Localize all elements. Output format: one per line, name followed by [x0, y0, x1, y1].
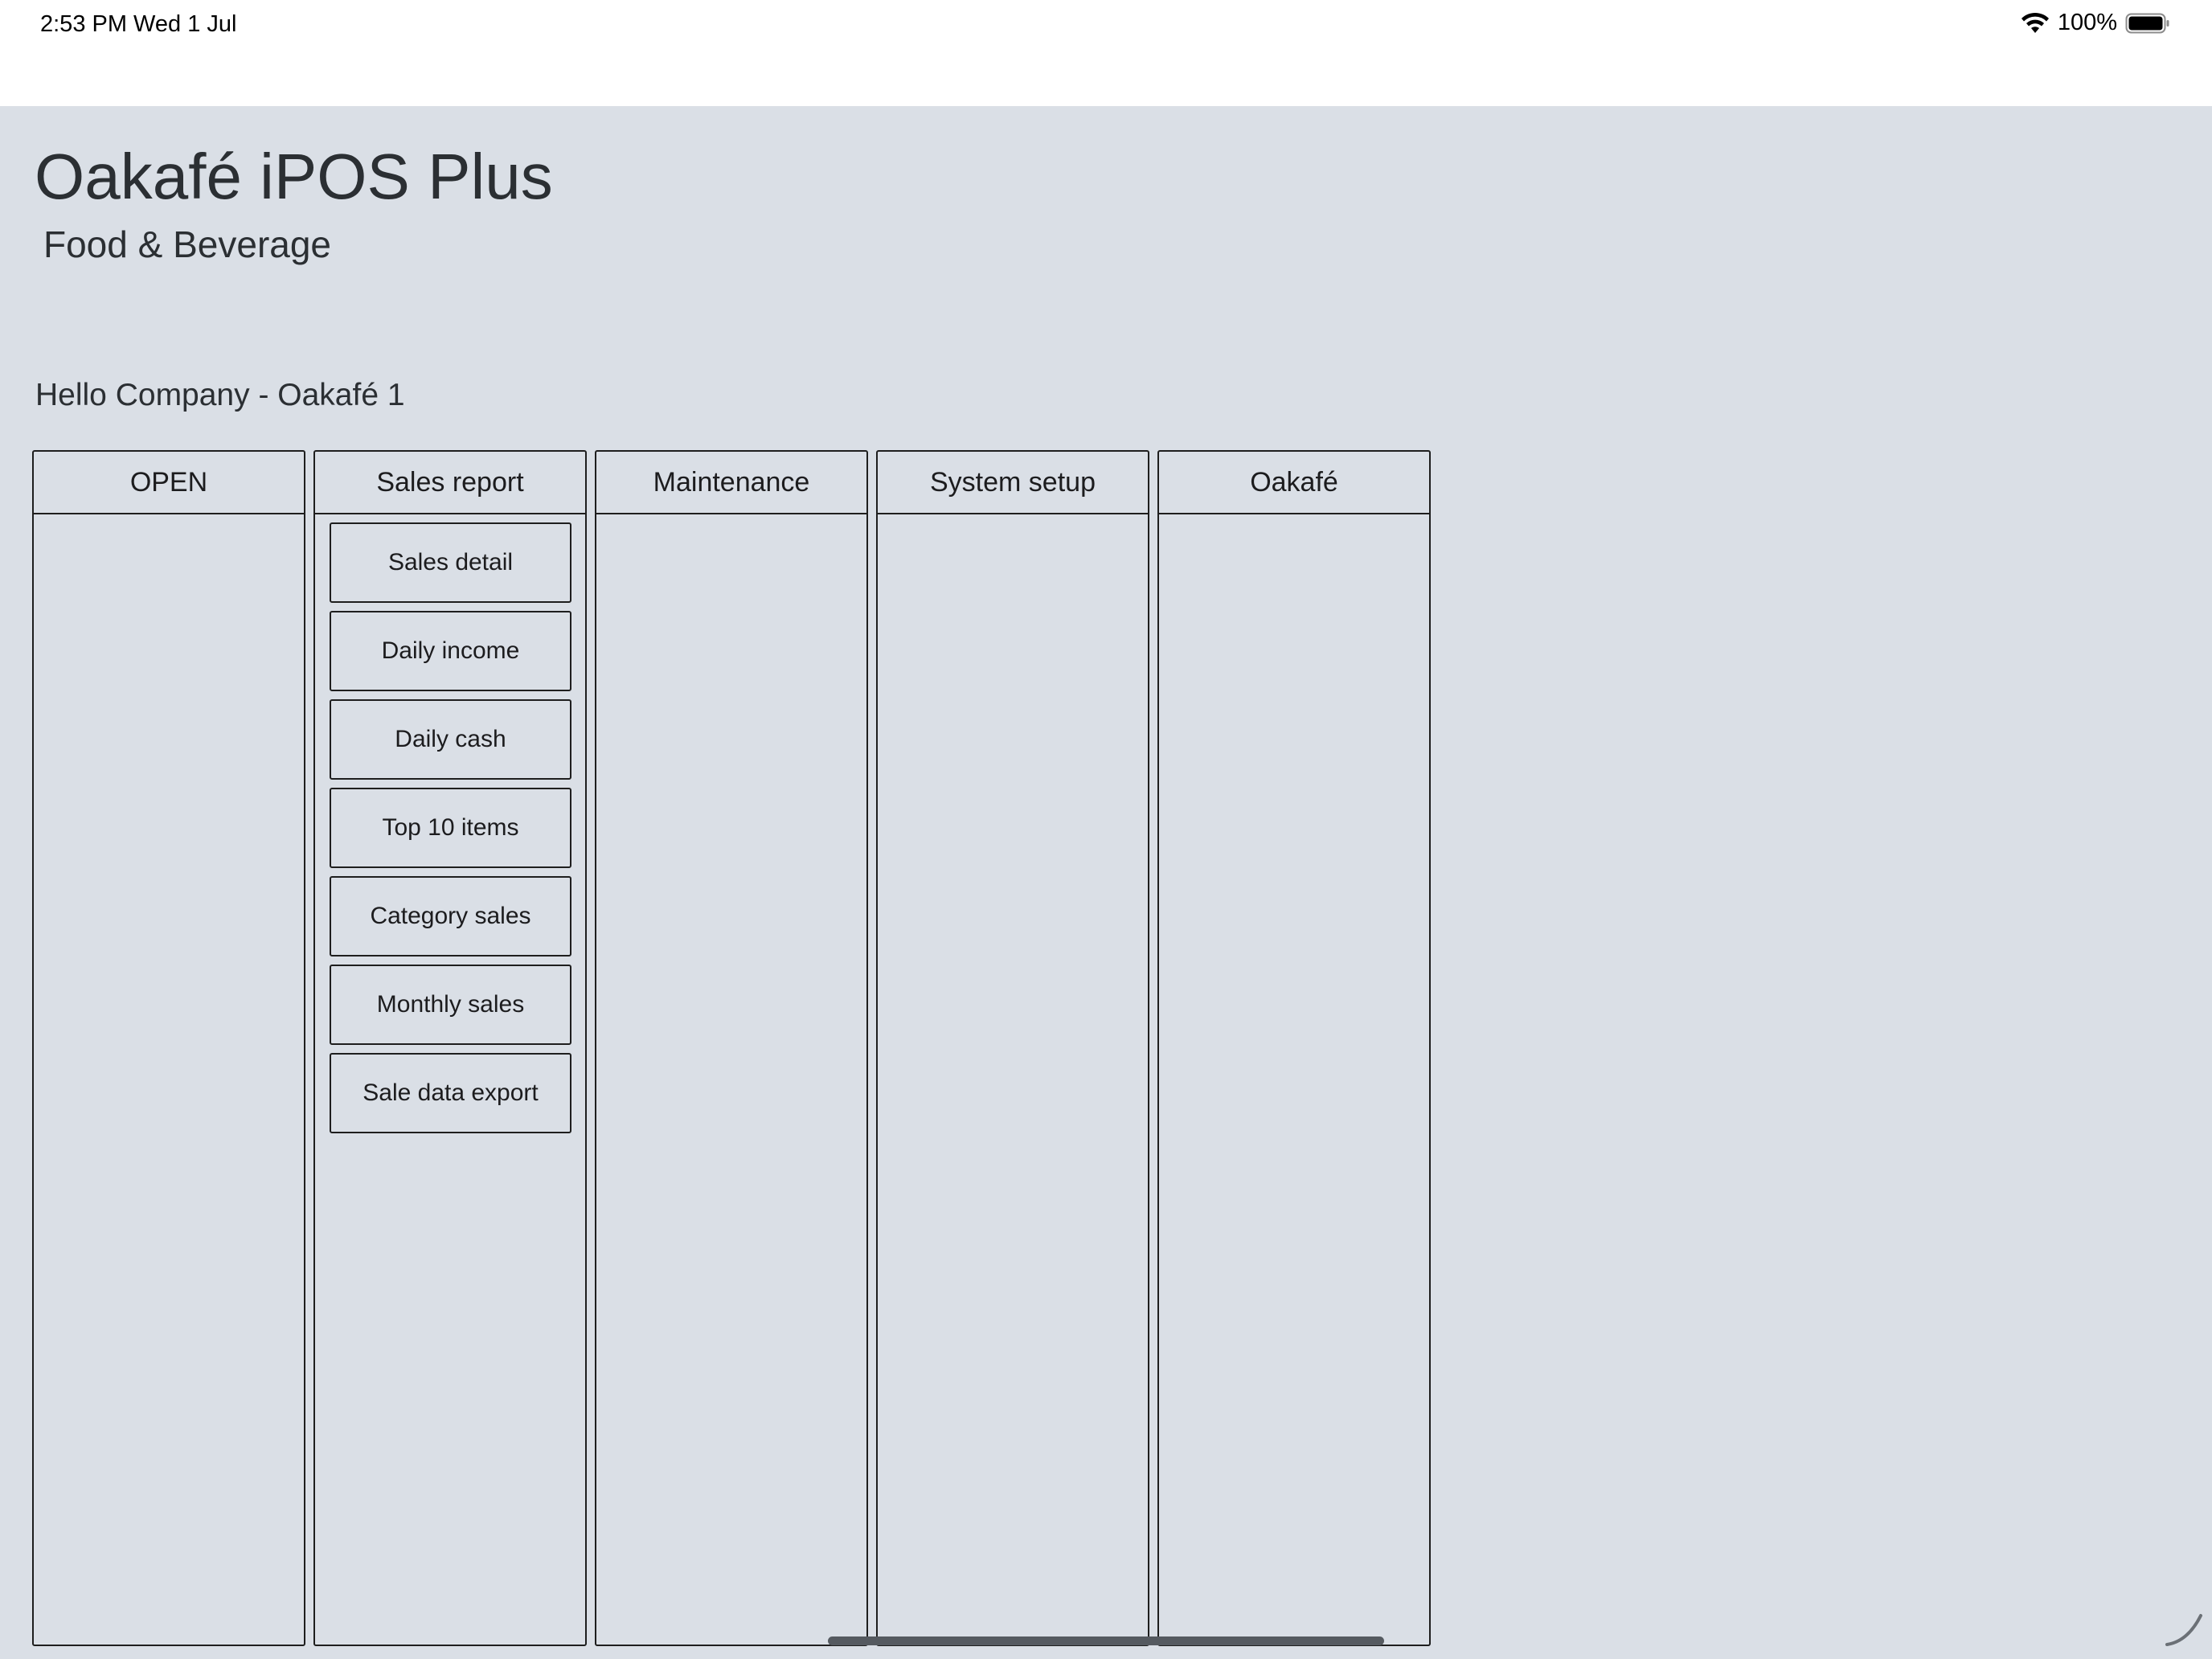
column-sales-report: Sales report Sales detail Daily income D… — [313, 450, 587, 1646]
column-open: OPEN — [32, 450, 305, 1646]
app-title: Oakafé iPOS Plus — [35, 141, 553, 212]
home-indicator[interactable] — [828, 1636, 1384, 1645]
sale-data-export-button[interactable]: Sale data export — [330, 1053, 571, 1133]
column-header-open[interactable]: OPEN — [34, 452, 304, 514]
resize-corner-icon[interactable] — [2164, 1611, 2204, 1648]
sales-detail-button[interactable]: Sales detail — [330, 522, 571, 603]
daily-cash-button[interactable]: Daily cash — [330, 699, 571, 780]
monthly-sales-button[interactable]: Monthly sales — [330, 965, 571, 1045]
status-bar: 2:53 PM Wed 1 Jul 100% — [0, 0, 2212, 106]
column-system-setup: System setup — [876, 450, 1149, 1646]
column-oakafe: Oakafé — [1157, 450, 1431, 1646]
company-label: Hello Company - Oakafé 1 — [35, 378, 405, 412]
column-header-oakafe[interactable]: Oakafé — [1159, 452, 1429, 514]
status-time: 2:53 PM Wed 1 Jul — [40, 11, 237, 37]
daily-income-button[interactable]: Daily income — [330, 611, 571, 691]
column-header-sales-report[interactable]: Sales report — [315, 452, 585, 514]
top-10-items-button[interactable]: Top 10 items — [330, 788, 571, 868]
column-header-system-setup[interactable]: System setup — [878, 452, 1148, 514]
column-header-maintenance[interactable]: Maintenance — [596, 452, 866, 514]
column-maintenance: Maintenance — [595, 450, 868, 1646]
battery-percentage: 100% — [2057, 10, 2117, 35]
category-sales-button[interactable]: Category sales — [330, 876, 571, 956]
status-indicators: 100% — [2021, 10, 2170, 36]
app-subtitle: Food & Beverage — [43, 223, 332, 265]
app-screen: Oakafé iPOS Plus Food & Beverage Hello C… — [0, 106, 2212, 1659]
wifi-icon — [2021, 12, 2049, 33]
battery-icon — [2125, 13, 2169, 33]
